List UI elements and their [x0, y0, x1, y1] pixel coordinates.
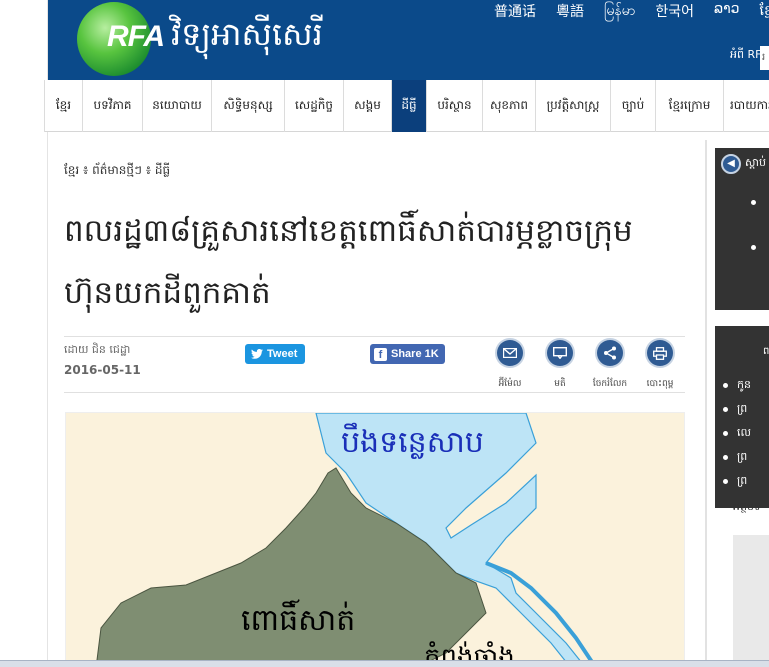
- share-tool-label: ចែករំលែក: [592, 379, 628, 389]
- envelope-icon: [497, 340, 523, 366]
- column-divider: [705, 140, 707, 667]
- meta-divider-bottom: [64, 392, 685, 393]
- language-links: 普通话 粵語 မြန်မာ 한국어 ລາວ ខ្មែរ: [494, 1, 769, 22]
- site-title[interactable]: វិទ្យុអាស៊ីសេរី: [171, 14, 323, 61]
- nav-item-law[interactable]: ច្បាប់: [610, 80, 655, 132]
- page-left-margin: [0, 0, 48, 667]
- nav-item-land[interactable]: ដីធ្លី: [391, 80, 426, 132]
- related-link[interactable]: ព្រ: [722, 474, 747, 490]
- comment-label: មតិ: [554, 379, 566, 389]
- share-tool[interactable]: ចែករំលែក: [587, 340, 633, 391]
- lang-link[interactable]: ខ្មែរ: [760, 1, 769, 22]
- print-tool[interactable]: បោះពុម្ព: [637, 340, 683, 391]
- speaker-icon[interactable]: ◀: [721, 154, 741, 174]
- nav-item-khmer-krom[interactable]: ខ្មែរក្រោម: [655, 80, 723, 132]
- article-map-image: បឹងទន្លេសាប ពោធិ៍សាត់ កំពង់ឆ្នាំង: [65, 412, 685, 667]
- twitter-bird-icon: [251, 349, 263, 359]
- logo-text: RFA: [107, 20, 165, 53]
- related-box-title: ព: [763, 346, 769, 357]
- printer-icon: [647, 340, 673, 366]
- email-label: អ៊ីម៉ែល: [498, 379, 522, 389]
- site-header: RFA វិទ្យុអាស៊ីសេរី 普通话 粵語 မြန်မာ 한국어 ລາ…: [48, 0, 769, 80]
- tweet-button[interactable]: Tweet: [245, 344, 305, 364]
- nav-item-politics[interactable]: នយោបាយ: [142, 80, 211, 132]
- nav-item-history[interactable]: ប្រវត្តិសាស្ត្រ: [535, 80, 610, 132]
- listen-bullet: [751, 245, 756, 250]
- related-news-box: ព កូន ព្រ លេ ព្រ ព្រ: [715, 326, 769, 508]
- related-link[interactable]: កូន: [723, 378, 751, 394]
- nav-item-analysis[interactable]: បទវិភាគ: [82, 80, 142, 132]
- search-input[interactable]: រ: [760, 46, 769, 70]
- share-icon: [597, 340, 623, 366]
- listen-box: ◀ ស្តាប់: [715, 148, 769, 310]
- nav-item-human-rights[interactable]: សិទ្ធិមនុស្ស: [211, 80, 284, 132]
- nav-item-society[interactable]: សង្គម: [343, 80, 391, 132]
- archive-box: [733, 535, 769, 667]
- related-link[interactable]: ព្រ: [722, 402, 747, 418]
- nav-item-khmer[interactable]: ខ្មែរ: [44, 80, 82, 132]
- comment-icon: [547, 340, 573, 366]
- rfa-logo[interactable]: RFA: [77, 2, 165, 76]
- nav-item-reports[interactable]: របាយការណ៍: [723, 80, 769, 132]
- email-tool[interactable]: អ៊ីម៉ែល: [487, 340, 533, 391]
- facebook-icon: f: [374, 347, 387, 361]
- nav-item-environment[interactable]: បរិស្ថាន: [426, 80, 482, 132]
- lang-link[interactable]: 粵語: [556, 1, 584, 22]
- lang-link[interactable]: မြန်မာ: [604, 1, 635, 22]
- os-taskbar: [0, 660, 769, 667]
- lang-link[interactable]: 普通话: [494, 1, 536, 22]
- tweet-label: Tweet: [267, 348, 298, 360]
- lang-link[interactable]: 한국어: [655, 1, 694, 22]
- meta-divider-top: [64, 336, 685, 337]
- article-date: 2016-05-11: [64, 363, 141, 377]
- breadcrumb[interactable]: ខ្មែរ ៖ ព័ត៌មានថ្មីៗ ៖ ដីធ្លី: [64, 162, 170, 180]
- related-link[interactable]: លេ: [723, 426, 751, 442]
- facebook-share-button[interactable]: f Share 1K: [370, 344, 445, 364]
- map-label-province: ពោធិ៍សាត់: [241, 603, 356, 638]
- map-label-lake: បឹងទន្លេសាប: [341, 425, 484, 460]
- article-headline: ពលរដ្ឋ៣៨គ្រួសារនៅខេត្តពោធិ៍សាត់បារម្ភខ្ល…: [64, 213, 633, 311]
- comment-tool[interactable]: មតិ: [537, 340, 583, 391]
- article-author: ដោយ ជិន ជេដ្ឋា: [64, 343, 131, 356]
- share-label: Share 1K: [391, 348, 439, 360]
- nav-item-economy[interactable]: សេដ្ឋកិច្ច: [284, 80, 343, 132]
- print-label: បោះពុម្ព: [646, 379, 674, 389]
- lang-link[interactable]: ລາວ: [714, 1, 740, 22]
- archive-label: អត្ថបទ: [733, 500, 761, 513]
- nav-item-health[interactable]: សុខភាព: [482, 80, 535, 132]
- listen-label[interactable]: ស្តាប់: [745, 156, 766, 172]
- related-link[interactable]: ព្រ: [722, 450, 747, 466]
- main-nav: ខ្មែរ បទវិភាគ នយោបាយ សិទ្ធិមនុស្ស សេដ្ឋក…: [44, 80, 769, 132]
- listen-bullet: [751, 200, 756, 205]
